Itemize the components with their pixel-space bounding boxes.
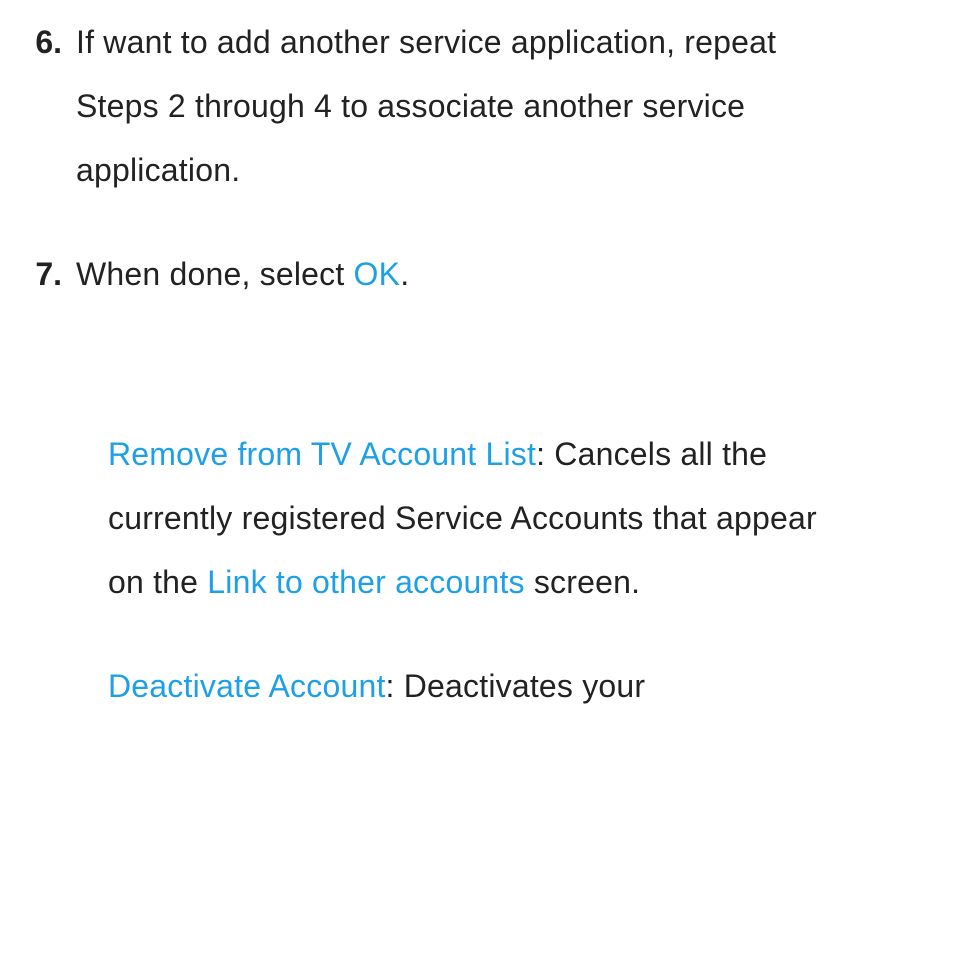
- definition-text: : Deactivates your: [386, 668, 646, 704]
- lead-term: Deactivate Account: [108, 668, 386, 704]
- definition-remove: Remove from TV Account List: Cancels all…: [108, 422, 858, 614]
- step-text: If want to add another service applicati…: [76, 10, 784, 202]
- definitions: Remove from TV Account List: Cancels all…: [108, 422, 858, 718]
- link-accounts-highlight: Link to other accounts: [207, 564, 524, 600]
- step-6: 6. If want to add another service applic…: [0, 10, 954, 202]
- document-page: 6. If want to add another service applic…: [0, 0, 954, 718]
- step-text: When done, select OK.: [76, 242, 409, 306]
- step-number: 6.: [0, 24, 62, 61]
- step-number: 7.: [0, 256, 62, 293]
- ok-highlight: OK: [354, 256, 401, 292]
- step-7: 7. When done, select OK.: [0, 242, 954, 306]
- step-suffix: .: [400, 256, 409, 292]
- definition-tail: screen.: [525, 564, 640, 600]
- definition-deactivate: Deactivate Account: Deactivates your: [108, 654, 858, 718]
- lead-term: Remove from TV Account List: [108, 436, 536, 472]
- step-prefix: When done, select: [76, 256, 354, 292]
